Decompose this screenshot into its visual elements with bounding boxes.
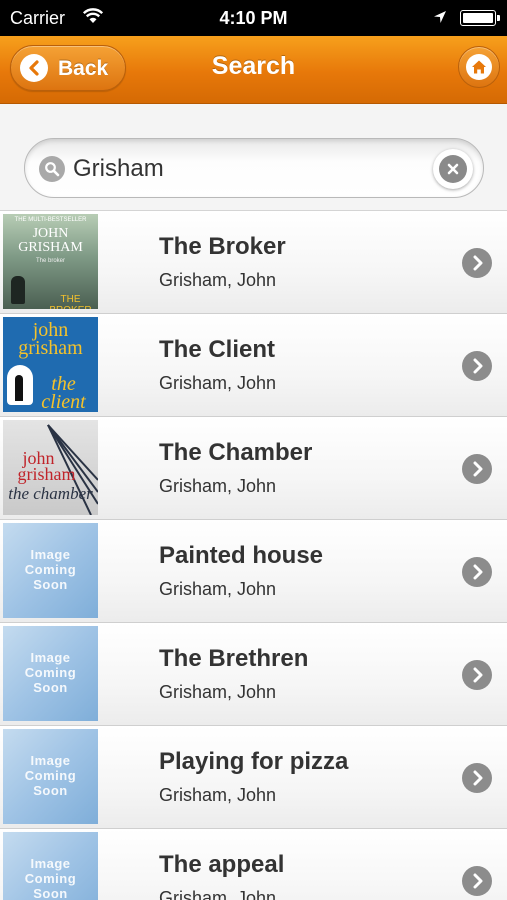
book-title: The appeal	[159, 851, 285, 878]
cover-title: the client	[41, 373, 86, 412]
list-item[interactable]: Image Coming Soon Playing for pizza Gris…	[0, 726, 507, 829]
book-cover: Image Coming Soon	[3, 832, 98, 900]
placeholder-line2: Coming	[24, 871, 77, 886]
placeholder-line2: Coming	[24, 768, 77, 783]
book-title: The Broker	[159, 233, 286, 260]
book-author: Grisham, John	[159, 476, 277, 496]
location-arrow-icon	[434, 11, 446, 23]
book-cover: THE MULTI-BESTSELLER JOHN GRISHAM The br…	[3, 214, 98, 309]
placeholder-line3: Soon	[33, 886, 68, 900]
list-item[interactable]: Image Coming Soon The appeal Grisham, Jo…	[0, 829, 507, 900]
book-cover: Image Coming Soon	[3, 523, 98, 618]
placeholder-line3: Soon	[33, 783, 68, 798]
image-coming-soon-placeholder: Image Coming Soon	[3, 650, 98, 695]
placeholder-line2: Coming	[24, 562, 77, 577]
image-coming-soon-placeholder: Image Coming Soon	[3, 547, 98, 592]
book-title: The Chamber	[159, 439, 313, 466]
list-item[interactable]: Image Coming Soon The Brethren Grisham, …	[0, 623, 507, 726]
cover-tag: The broker	[35, 258, 65, 264]
placeholder-line1: Image	[30, 753, 71, 768]
book-title: Playing for pizza	[159, 748, 349, 775]
book-cover: john grisham the client	[3, 317, 98, 412]
nav-bar: Back Search	[0, 36, 507, 104]
search-box	[24, 138, 484, 198]
chevron-right-icon	[462, 866, 492, 896]
home-button[interactable]	[458, 46, 500, 88]
chevron-right-icon	[462, 763, 492, 793]
cover-line2: grisham	[17, 464, 76, 484]
book-title: The Brethren	[159, 645, 309, 672]
chevron-right-icon	[462, 557, 492, 587]
book-author: Grisham, John	[159, 270, 277, 290]
book-title: The Client	[159, 336, 276, 363]
image-coming-soon-placeholder: Image Coming Soon	[3, 856, 98, 900]
chevron-right-icon	[462, 660, 492, 690]
placeholder-line1: Image	[30, 856, 71, 871]
book-author: Grisham, John	[159, 888, 277, 900]
search-input[interactable]	[73, 151, 423, 187]
placeholder-line2: Coming	[24, 665, 77, 680]
placeholder-line1: Image	[30, 650, 71, 665]
home-icon	[466, 54, 492, 80]
cover-line2: grisham	[18, 337, 83, 359]
clock: 4:10 PM	[219, 8, 288, 28]
book-author: Grisham, John	[159, 785, 277, 805]
book-cover: john grisham the chamber	[3, 420, 98, 515]
chevron-right-icon	[462, 351, 492, 381]
book-author: Grisham, John	[159, 373, 277, 393]
book-author: Grisham, John	[159, 579, 277, 599]
search-area	[0, 104, 507, 210]
page-title: Search	[211, 52, 296, 80]
chevron-right-icon	[462, 248, 492, 278]
status-bar: Carrier 4:10 PM	[0, 0, 507, 36]
placeholder-line1: Image	[30, 547, 71, 562]
clear-search-button[interactable]	[433, 149, 473, 189]
placeholder-line3: Soon	[33, 577, 68, 592]
cover-top-text: THE MULTI-BESTSELLER	[14, 217, 87, 223]
list-item[interactable]: THE MULTI-BESTSELLER JOHN GRISHAM The br…	[0, 211, 507, 314]
search-icon	[39, 156, 65, 182]
placeholder-line3: Soon	[33, 680, 68, 695]
chevron-right-icon	[462, 454, 492, 484]
book-title: Painted house	[159, 542, 324, 569]
cover-line2: GRISHAM	[18, 240, 83, 255]
cover-title: THE BROKER	[49, 294, 91, 309]
results-list: THE MULTI-BESTSELLER JOHN GRISHAM The br…	[0, 210, 507, 900]
book-cover: Image Coming Soon	[3, 626, 98, 721]
close-icon	[439, 155, 467, 183]
battery-icon	[460, 10, 500, 26]
book-cover: Image Coming Soon	[3, 729, 98, 824]
book-author: Grisham, John	[159, 682, 277, 702]
list-item[interactable]: Image Coming Soon Painted house Grisham,…	[0, 520, 507, 623]
cover-title: the chamber	[8, 484, 93, 503]
list-item[interactable]: john grisham the chamber The Chamber Gri…	[0, 417, 507, 520]
list-item[interactable]: john grisham the client The Client Grish…	[0, 314, 507, 417]
image-coming-soon-placeholder: Image Coming Soon	[3, 753, 98, 798]
